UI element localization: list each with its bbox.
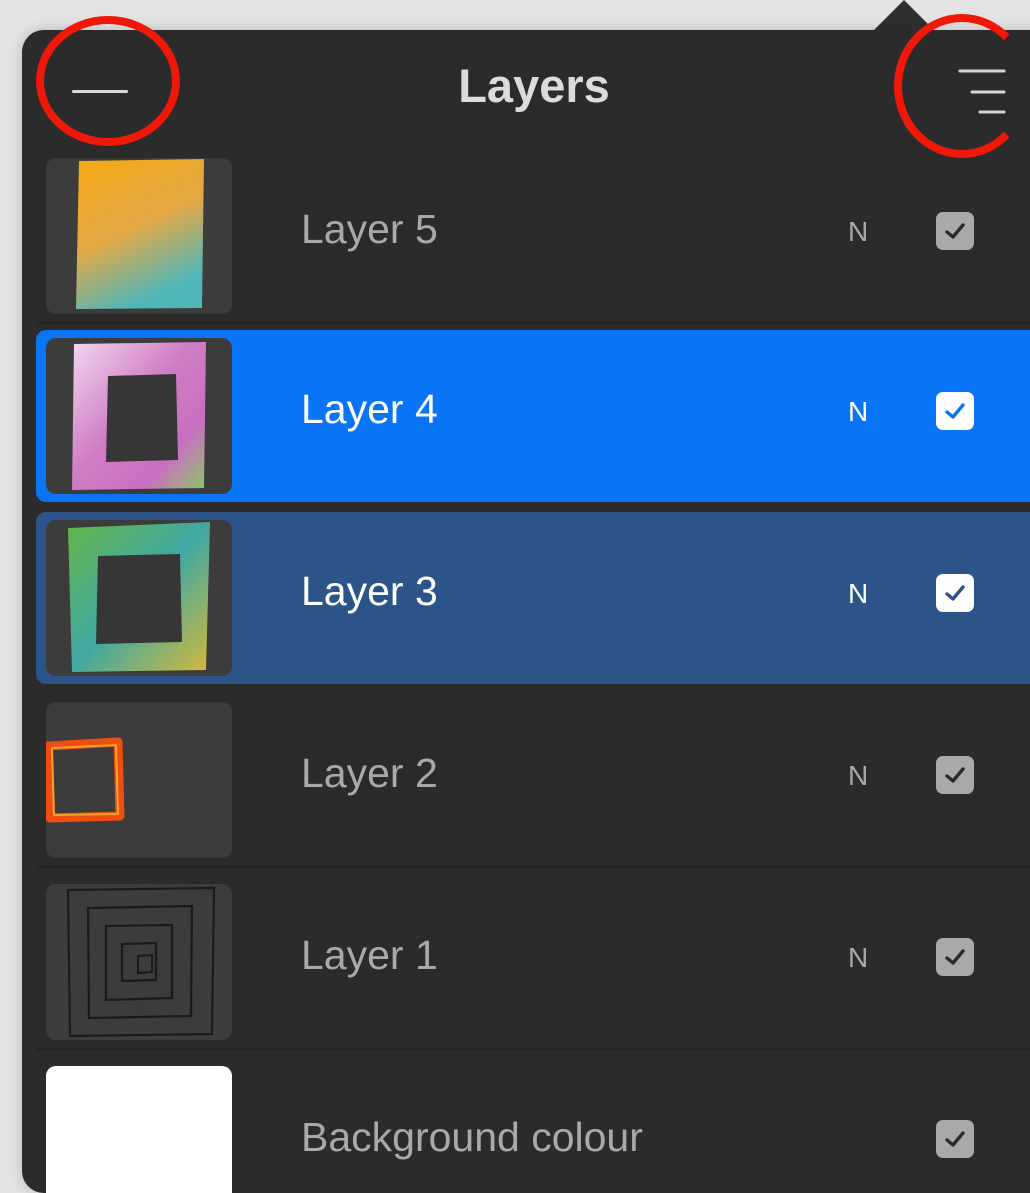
checkmark-icon xyxy=(945,1131,965,1147)
layer-thumbnail xyxy=(46,338,232,494)
layer-thumbnail xyxy=(46,520,232,676)
layer-row-5[interactable]: Layer 5 N xyxy=(36,150,1030,324)
blend-mode-button[interactable]: N xyxy=(848,578,868,610)
blend-mode-button[interactable]: N xyxy=(848,760,868,792)
checkmark-icon xyxy=(945,585,965,601)
checkmark-icon xyxy=(945,403,965,419)
layers-panel: Layers Layer 5 N Layer 4 N Layer 3 N Lay… xyxy=(22,30,1030,1193)
layer-name: Layer 2 xyxy=(301,750,438,796)
menu-lines-icon xyxy=(958,69,1006,114)
layer-row-2[interactable]: Layer 2 N xyxy=(36,694,1030,868)
panel-title: Layers xyxy=(458,59,610,112)
layer-row-1[interactable]: Layer 1 N xyxy=(36,876,1030,1050)
checkmark-icon xyxy=(945,949,965,965)
layer-name: Layer 4 xyxy=(301,386,438,432)
visibility-checkbox[interactable] xyxy=(936,938,974,976)
layer-name: Layer 5 xyxy=(301,206,438,252)
background-colour-swatch[interactable] xyxy=(46,1066,232,1193)
visibility-checkbox[interactable] xyxy=(936,574,974,612)
visibility-checkbox[interactable] xyxy=(936,1120,974,1158)
visibility-checkbox[interactable] xyxy=(936,212,974,250)
checkmark-icon xyxy=(945,767,965,783)
blend-mode-button[interactable]: N xyxy=(848,396,868,428)
layer-thumbnail xyxy=(46,702,232,858)
background-colour-row[interactable]: Background colour xyxy=(36,1058,1030,1193)
blend-mode-button[interactable]: N xyxy=(848,216,868,248)
layer-row-3[interactable]: Layer 3 N xyxy=(36,512,1030,684)
layer-thumbnail xyxy=(46,158,232,314)
layer-options-button[interactable] xyxy=(920,56,1016,128)
visibility-checkbox[interactable] xyxy=(936,756,974,794)
layer-thumbnail xyxy=(46,884,232,1040)
checkmark-icon xyxy=(945,223,965,239)
layer-name: Background colour xyxy=(301,1114,643,1160)
blend-mode-button[interactable]: N xyxy=(848,942,868,974)
visibility-checkbox[interactable] xyxy=(936,392,974,430)
layer-name: Layer 1 xyxy=(301,932,438,978)
layer-row-4[interactable]: Layer 4 N xyxy=(36,330,1030,502)
layers-header: Layers xyxy=(22,30,1030,146)
layer-name: Layer 3 xyxy=(301,568,438,614)
layers-popover-stage: Layers Layer 5 N Layer 4 N Layer 3 N Lay… xyxy=(0,0,1030,1193)
